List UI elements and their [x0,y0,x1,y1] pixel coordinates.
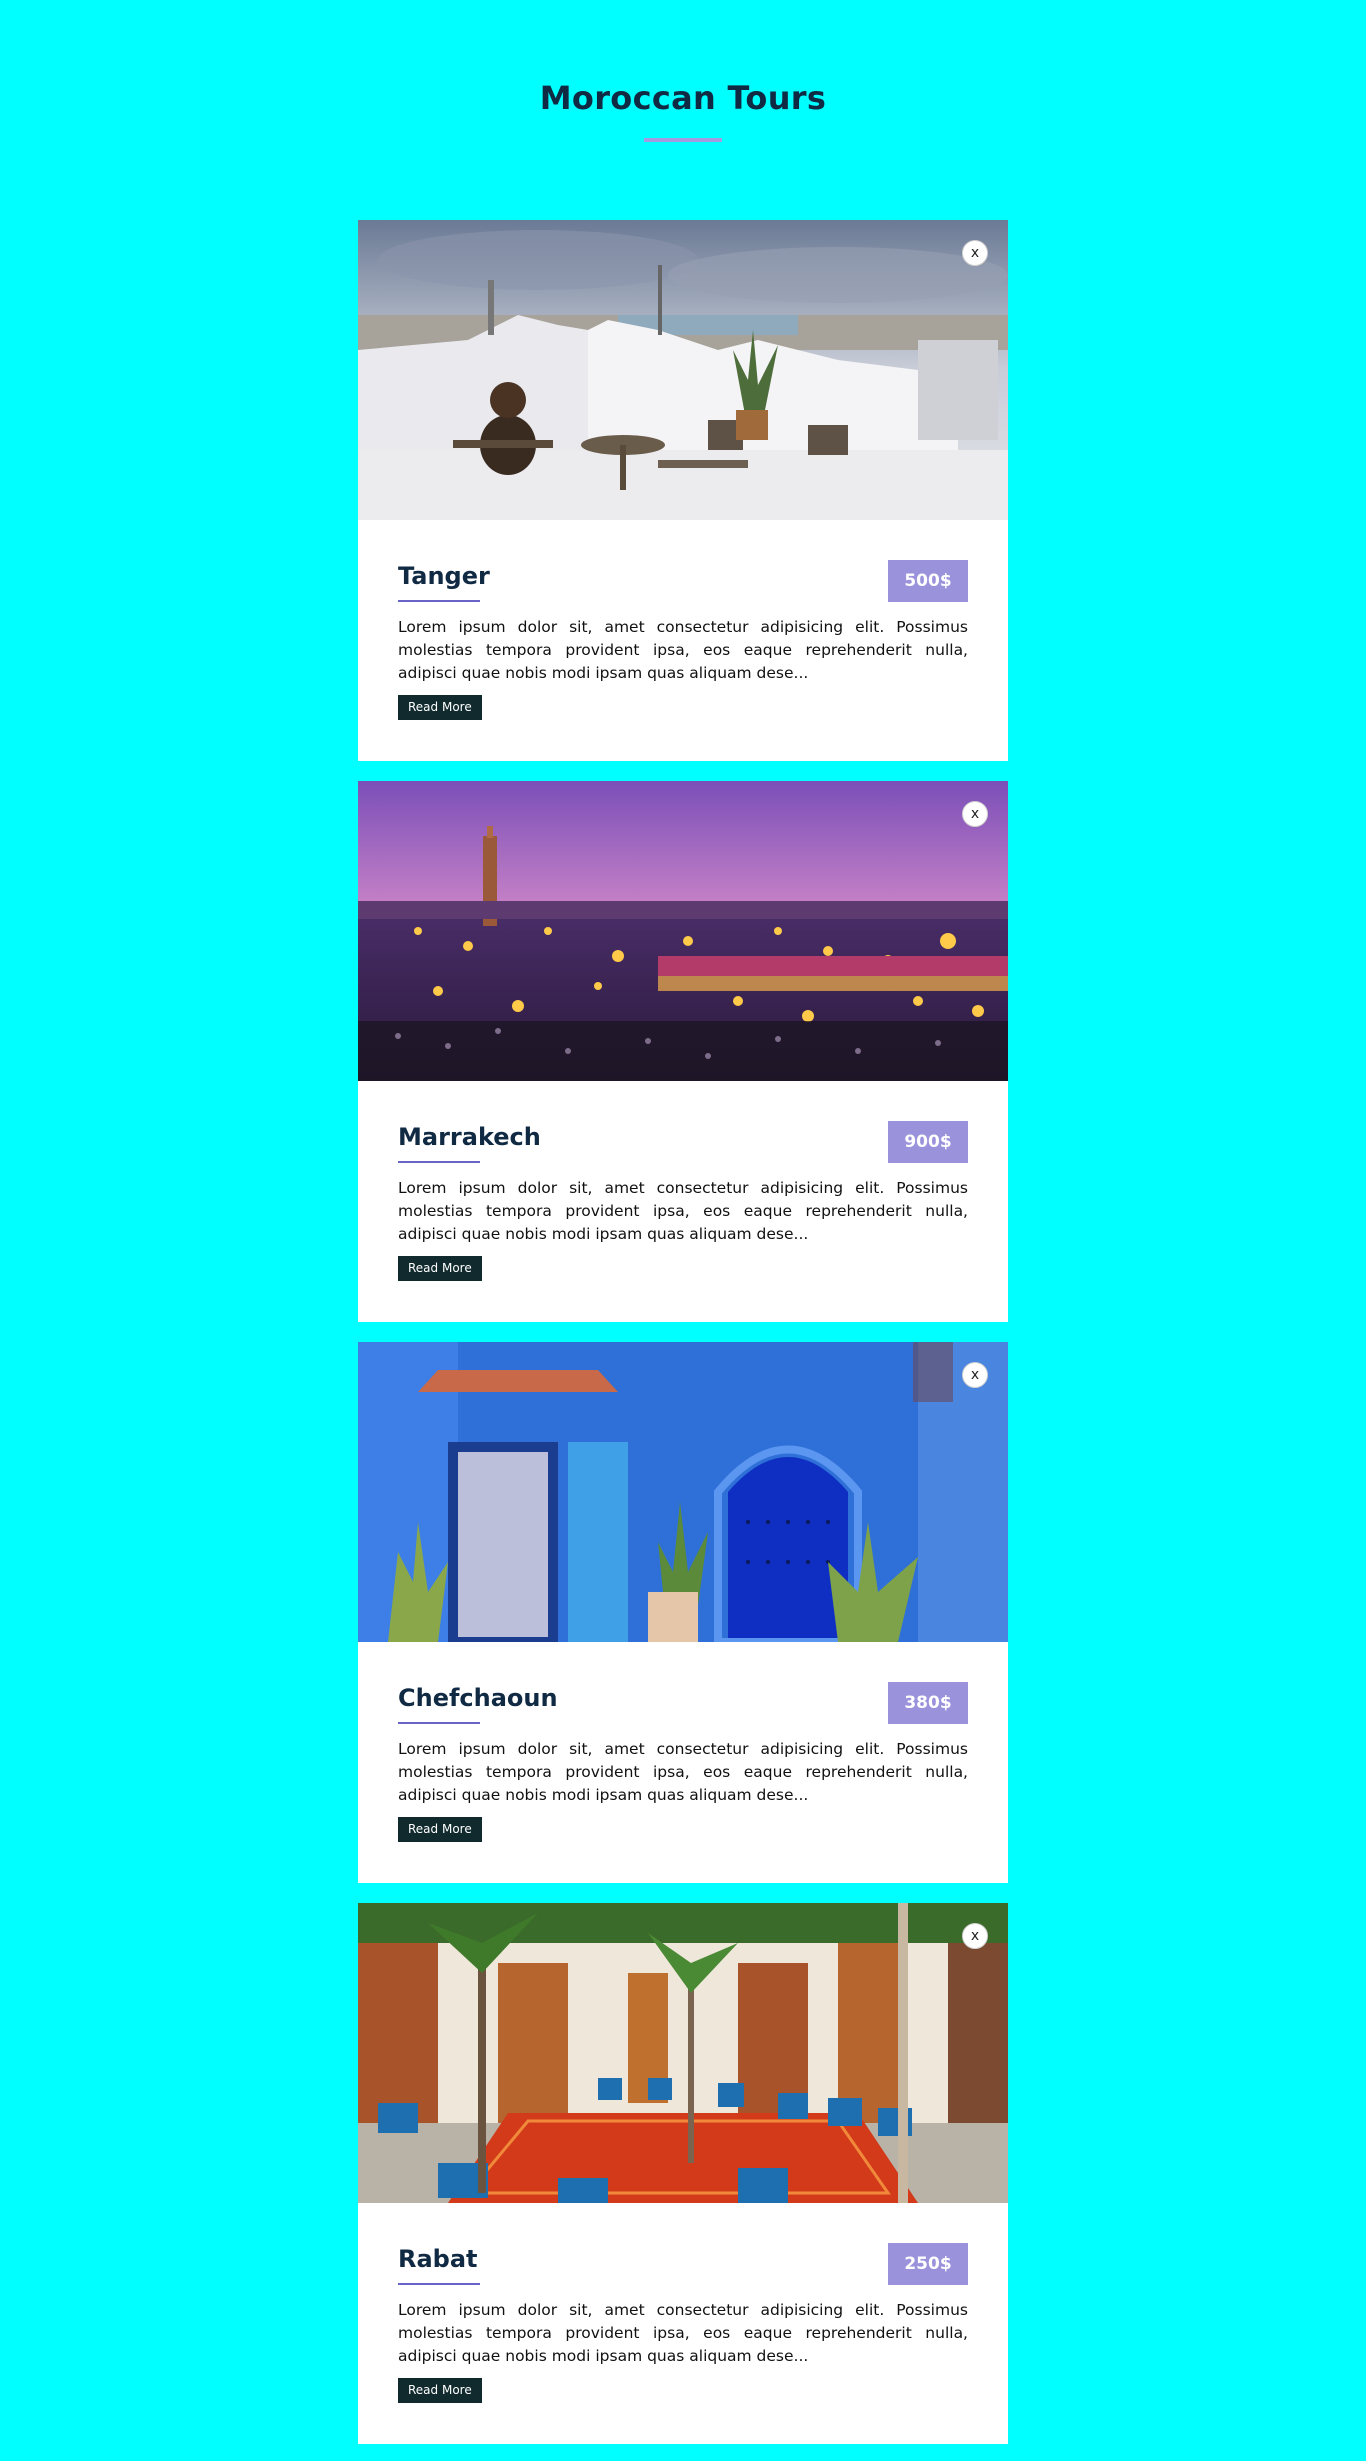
read-more-button[interactable]: Read More [398,1256,482,1281]
read-more-button[interactable]: Read More [398,1817,482,1842]
tour-header: Tanger 500$ [398,560,968,602]
close-button[interactable]: x [962,240,988,266]
tour-image-marrakech [358,781,1008,1081]
tour-name: Rabat [398,2245,478,2273]
tour-card-rabat: x Rabat 250$ Lorem ipsum dolor sit, amet… [358,1903,1008,2444]
tour-info: Chefchaoun 380$ Lorem ipsum dolor sit, a… [398,1682,968,1842]
tour-card-chefchaoun: x Chefchaoun 380$ Lorem ipsum dolor sit,… [358,1342,1008,1883]
tour-header: Chefchaoun 380$ [398,1682,968,1724]
tour-header: Marrakech 900$ [398,1121,968,1163]
price-badge: 380$ [888,1682,968,1724]
close-button[interactable]: x [962,1923,988,1949]
close-button[interactable]: x [962,1362,988,1388]
tour-description: Lorem ipsum dolor sit, amet consectetur … [398,1740,968,1804]
tour-info: Rabat 250$ Lorem ipsum dolor sit, amet c… [398,2243,968,2403]
page-header: Moroccan Tours [0,78,1366,142]
tour-image-chefchaoun [358,1342,1008,1642]
tour-card-tanger: x Tanger 500$ Lorem ipsum dolor sit, ame… [358,220,1008,761]
tour-name: Marrakech [398,1123,541,1151]
tour-description: Lorem ipsum dolor sit, amet consectetur … [398,618,968,682]
tour-header: Rabat 250$ [398,2243,968,2285]
tour-card-marrakech: x Marrakech 900$ Lorem ipsum dolor sit, … [358,781,1008,1322]
read-more-button[interactable]: Read More [398,695,482,720]
tour-name: Tanger [398,562,490,590]
tour-info: Marrakech 900$ Lorem ipsum dolor sit, am… [398,1121,968,1281]
price-badge: 500$ [888,560,968,602]
page-title: Moroccan Tours [539,79,827,117]
price-badge: 250$ [888,2243,968,2285]
title-underline [644,138,722,142]
tour-description: Lorem ipsum dolor sit, amet consectetur … [398,2301,968,2365]
tour-image-rabat [358,1903,1008,2203]
name-underline [398,600,480,602]
name-underline [398,1722,480,1724]
price-badge: 900$ [888,1121,968,1163]
tour-image-tanger [358,220,1008,520]
read-more-button[interactable]: Read More [398,2378,482,2403]
tour-description: Lorem ipsum dolor sit, amet consectetur … [398,1179,968,1243]
tour-info: Tanger 500$ Lorem ipsum dolor sit, amet … [398,560,968,720]
name-underline [398,1161,480,1163]
name-underline [398,2283,480,2285]
close-button[interactable]: x [962,801,988,827]
tour-name: Chefchaoun [398,1684,558,1712]
